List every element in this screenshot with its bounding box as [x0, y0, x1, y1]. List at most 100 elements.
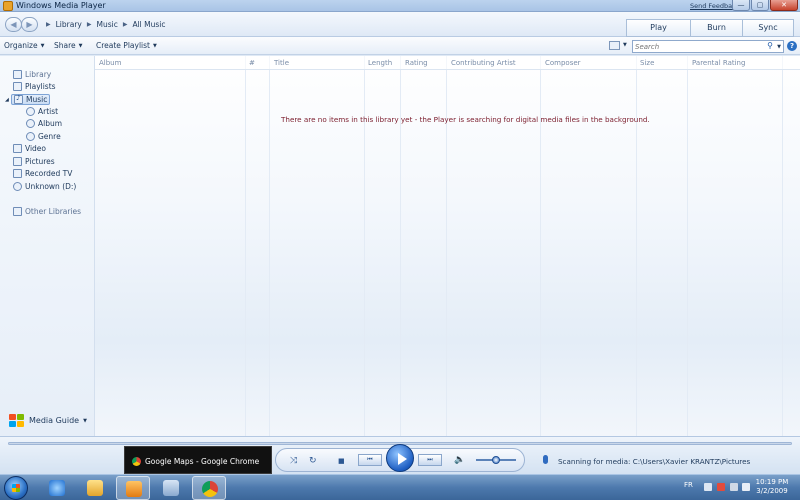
search-box[interactable]: ⚲ ▼ [632, 40, 784, 53]
tab-sync[interactable]: Sync [742, 19, 794, 37]
disc-drive-icon [13, 182, 22, 191]
chevron-down-icon: ▼ [78, 43, 83, 49]
back-arrow-icon: ◀ [10, 20, 17, 29]
collapse-arrow-icon[interactable]: ◢ [5, 97, 9, 103]
tab-strip: Play Burn Sync [626, 19, 794, 37]
nav-item-playlists[interactable]: Playlists [13, 82, 56, 91]
volume-slider-thumb[interactable] [492, 456, 500, 464]
nav-item-pictures[interactable]: Pictures [13, 157, 55, 166]
chevron-down-icon: ▼ [152, 43, 157, 49]
player-controls: Google Maps - Google Chrome ⤨ ↻ ■ ⏮ ⏭ 🔈 … [0, 436, 800, 474]
taskbar-explorer[interactable] [78, 476, 112, 500]
system-clock[interactable]: 10:19 PM 3/2/2009 [752, 478, 792, 496]
column-header-parental-rating[interactable]: Parental Rating [692, 59, 745, 67]
share-menu[interactable]: Share ▼ [54, 41, 83, 50]
chrome-icon [202, 481, 218, 497]
network-icon[interactable] [730, 483, 738, 491]
media-player-icon [3, 1, 13, 11]
empty-library-message: There are no items in this library yet -… [281, 115, 650, 124]
media-guide-button[interactable]: Media Guide ▼ [8, 413, 87, 428]
thumbnail-title: Google Maps - Google Chrome [145, 457, 260, 466]
taskbar-media-player[interactable] [116, 476, 150, 500]
column-header-composer[interactable]: Composer [545, 59, 581, 67]
taskbar-internet-explorer[interactable] [40, 476, 74, 500]
stop-icon[interactable]: ■ [338, 456, 345, 466]
play-button[interactable] [386, 444, 414, 472]
pictures-icon [13, 157, 22, 166]
repeat-icon[interactable]: ↻ [309, 456, 317, 466]
speaker-icon[interactable] [742, 483, 750, 491]
nav-item-library[interactable]: Library [13, 70, 51, 79]
breadcrumb-music[interactable]: Music [96, 20, 117, 29]
scanning-status: Scanning for media: C:\Users\Xavier KRAN… [558, 457, 751, 466]
breadcrumb-separator-icon[interactable]: ▶ [123, 21, 128, 28]
nav-item-label: Playlists [25, 82, 56, 91]
arrow-up-icon[interactable] [704, 483, 712, 491]
nav-item-artist[interactable]: Artist [26, 107, 58, 116]
nav-item-unknown-drive[interactable]: Unknown (D:) [13, 182, 76, 191]
breadcrumb-separator-icon: ▶ [46, 21, 51, 28]
language-indicator[interactable]: FR [684, 481, 693, 489]
column-divider [636, 56, 637, 436]
previous-button[interactable]: ⏮ [358, 454, 382, 466]
navigation-pane: Library Playlists ◢ Music Artist Album G… [0, 56, 95, 436]
column-header-title[interactable]: Title [274, 59, 289, 67]
chevron-down-icon[interactable]: ▼ [623, 42, 627, 48]
toolbar: Organize▼ Share▼ Create Playlist▼ ▼ ⚲ ▼ … [0, 37, 800, 55]
column-header-rating[interactable]: Rating [405, 59, 428, 67]
shuffle-icon[interactable]: ⤨ [290, 456, 297, 466]
next-button[interactable]: ⏭ [418, 454, 442, 466]
chevron-down-icon[interactable]: ▼ [777, 44, 781, 50]
view-options-icon[interactable] [609, 41, 620, 50]
nav-item-genre[interactable]: Genre [26, 132, 61, 141]
next-icon: ⏭ [427, 456, 433, 463]
breadcrumb-all-music[interactable]: All Music [132, 20, 165, 29]
breadcrumb-separator-icon[interactable]: ▶ [87, 21, 92, 28]
close-button[interactable]: ✕ [770, 0, 798, 11]
search-icon[interactable]: ⚲ [767, 41, 773, 50]
taskbar-network-app[interactable] [154, 476, 188, 500]
column-divider [269, 56, 270, 436]
column-header-length[interactable]: Length [368, 59, 392, 67]
taskbar-thumbnail-preview[interactable]: Google Maps - Google Chrome [124, 446, 272, 474]
column-header-contributing-artist[interactable]: Contributing Artist [451, 59, 516, 67]
window-title: Windows Media Player [16, 1, 106, 10]
create-playlist-label: Create Playlist [96, 41, 150, 50]
nav-item-other-libraries[interactable]: Other Libraries [13, 207, 81, 216]
close-icon: ✕ [781, 1, 787, 9]
create-playlist-menu[interactable]: Create Playlist ▼ [96, 41, 157, 50]
nav-item-video[interactable]: Video [13, 144, 46, 153]
chrome-icon [132, 457, 141, 466]
back-button[interactable]: ◀ [5, 17, 22, 32]
column-header-album[interactable]: Album [99, 59, 121, 67]
column-divider [687, 56, 688, 436]
volume-icon[interactable]: 🔈 [454, 455, 465, 465]
breadcrumb-library[interactable]: Library [56, 20, 82, 29]
column-header-track-number[interactable]: # [249, 59, 255, 67]
taskbar-chrome[interactable] [192, 476, 226, 500]
internet-explorer-icon [49, 480, 65, 496]
previous-icon: ⏮ [367, 456, 373, 463]
windows-flag-icon [8, 413, 25, 428]
tab-burn[interactable]: Burn [690, 19, 742, 37]
nav-item-music[interactable]: Music [11, 94, 51, 105]
search-input[interactable] [635, 42, 755, 52]
nav-item-label: Recorded TV [25, 169, 73, 178]
column-header-size[interactable]: Size [640, 59, 654, 67]
maximize-icon: ▢ [756, 1, 764, 9]
maximize-button[interactable]: ▢ [751, 0, 769, 11]
minimize-icon: — [737, 1, 745, 9]
minimize-button[interactable]: — [732, 0, 750, 11]
organize-menu[interactable]: Organize ▼ [4, 41, 44, 50]
tab-play[interactable]: Play [626, 19, 690, 37]
start-button[interactable] [4, 476, 28, 500]
action-center-icon[interactable] [717, 483, 725, 491]
nav-item-recorded-tv[interactable]: Recorded TV [13, 169, 72, 178]
help-button[interactable]: ? [787, 41, 797, 51]
column-divider [245, 56, 246, 436]
column-divider [782, 56, 783, 436]
other-libraries-icon [13, 207, 22, 216]
nav-item-album[interactable]: Album [26, 119, 62, 128]
address-bar: ◀ ▶ ▶ Library ▶ Music ▶ All Music Play B… [0, 12, 800, 37]
forward-button[interactable]: ▶ [21, 17, 38, 32]
